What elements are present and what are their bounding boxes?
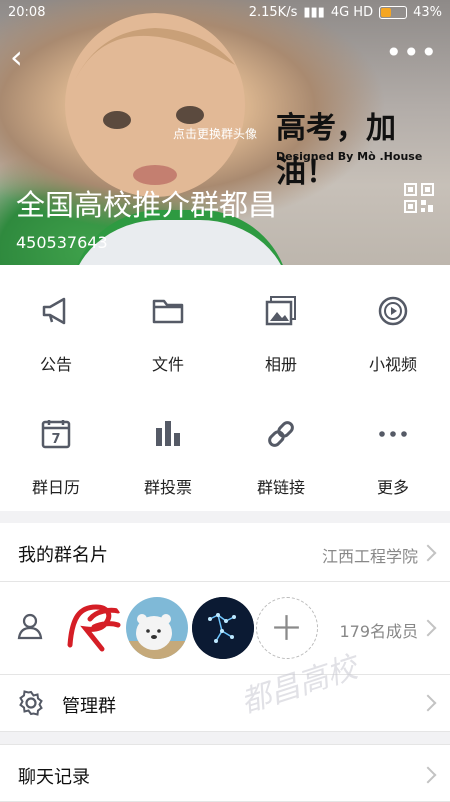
calendar-icon: 7 <box>41 420 71 449</box>
group-id: 450537643 <box>16 233 108 252</box>
manage-group-row[interactable]: 管理群 <box>0 675 450 732</box>
chat-history-label: 聊天记录 <box>18 767 90 788</box>
link-icon <box>268 421 294 447</box>
rf-logo-icon <box>67 604 121 652</box>
folder-icon <box>152 299 184 324</box>
chevron-right-icon <box>419 766 437 784</box>
feature-link[interactable]: 群链接 <box>225 388 337 511</box>
group-card-label: 我的群名片 <box>18 545 108 566</box>
feature-short-video[interactable]: 小视频 <box>337 265 449 388</box>
battery-icon <box>379 6 408 19</box>
designed-by-text: Designed By Mò .House <box>276 150 423 163</box>
slogan-text: 高考，加油！ <box>276 111 396 190</box>
status-bar: 20:08 2.15K/s ▮▮▮ 4G HD 43% <box>0 0 450 26</box>
manage-group-label: 管理群 <box>62 696 116 717</box>
feature-vote[interactable]: 群投票 <box>112 388 224 511</box>
feature-grid: 公告 文件 相册 小视频 7 群日历 群投票 群链接 更多 <box>0 265 450 511</box>
member-avatar[interactable] <box>192 597 254 659</box>
more-menu-icon[interactable]: ••• <box>385 39 438 67</box>
feature-label: 小视频 <box>368 355 417 374</box>
add-member-button[interactable] <box>256 597 318 659</box>
feature-more[interactable]: 更多 <box>337 388 449 511</box>
constellation-avatar-icon <box>192 597 254 659</box>
calendar-day: 7 <box>51 432 60 447</box>
battery-level <box>381 8 392 17</box>
megaphone-icon <box>42 297 66 325</box>
album-icon <box>265 296 296 326</box>
feature-files[interactable]: 文件 <box>112 265 224 388</box>
group-card-value: 江西工程学院 <box>321 547 418 566</box>
group-title: 全国高校推介群都昌 <box>16 188 278 222</box>
network-speed: 2.15K/s <box>248 5 298 20</box>
feature-label: 群链接 <box>256 478 305 497</box>
more-icon <box>379 431 407 437</box>
group-header[interactable]: 20:08 2.15K/s ▮▮▮ 4G HD 43% ‹ ••• 高考，加油！… <box>0 0 450 265</box>
member-avatar[interactable] <box>62 597 124 659</box>
feature-calendar[interactable]: 7 群日历 <box>0 388 112 511</box>
chevron-right-icon <box>419 694 437 712</box>
chevron-right-icon <box>419 619 437 637</box>
bear-avatar-icon <box>126 614 188 659</box>
status-time: 20:08 <box>8 5 46 20</box>
change-avatar-hint[interactable]: 点击更换群头像 <box>173 125 257 142</box>
network-type: 4G HD <box>330 5 374 20</box>
member-avatar[interactable] <box>126 597 188 659</box>
qr-code-icon[interactable] <box>404 183 434 213</box>
vote-icon <box>156 421 180 446</box>
plus-icon <box>274 615 299 640</box>
feature-album[interactable]: 相册 <box>225 265 337 388</box>
members-icon <box>17 613 43 640</box>
video-icon <box>378 296 408 326</box>
feature-label: 群投票 <box>143 478 192 497</box>
chevron-right-icon <box>419 544 437 562</box>
signal-icon: ▮▮▮ <box>303 5 325 20</box>
feature-announcement[interactable]: 公告 <box>0 265 112 388</box>
feature-label: 更多 <box>376 478 409 497</box>
feature-label: 群日历 <box>31 478 80 497</box>
feature-label: 文件 <box>151 355 184 374</box>
battery-percent: 43% <box>413 5 442 20</box>
members-count: 179名成员 <box>339 622 418 641</box>
gear-icon <box>19 690 43 716</box>
feature-label: 公告 <box>39 355 72 374</box>
back-chevron-icon[interactable]: ‹ <box>10 41 23 73</box>
chat-history-row[interactable]: 聊天记录 <box>0 744 450 802</box>
group-card-row[interactable]: 我的群名片 江西工程学院 <box>0 523 450 582</box>
feature-label: 相册 <box>264 355 297 374</box>
